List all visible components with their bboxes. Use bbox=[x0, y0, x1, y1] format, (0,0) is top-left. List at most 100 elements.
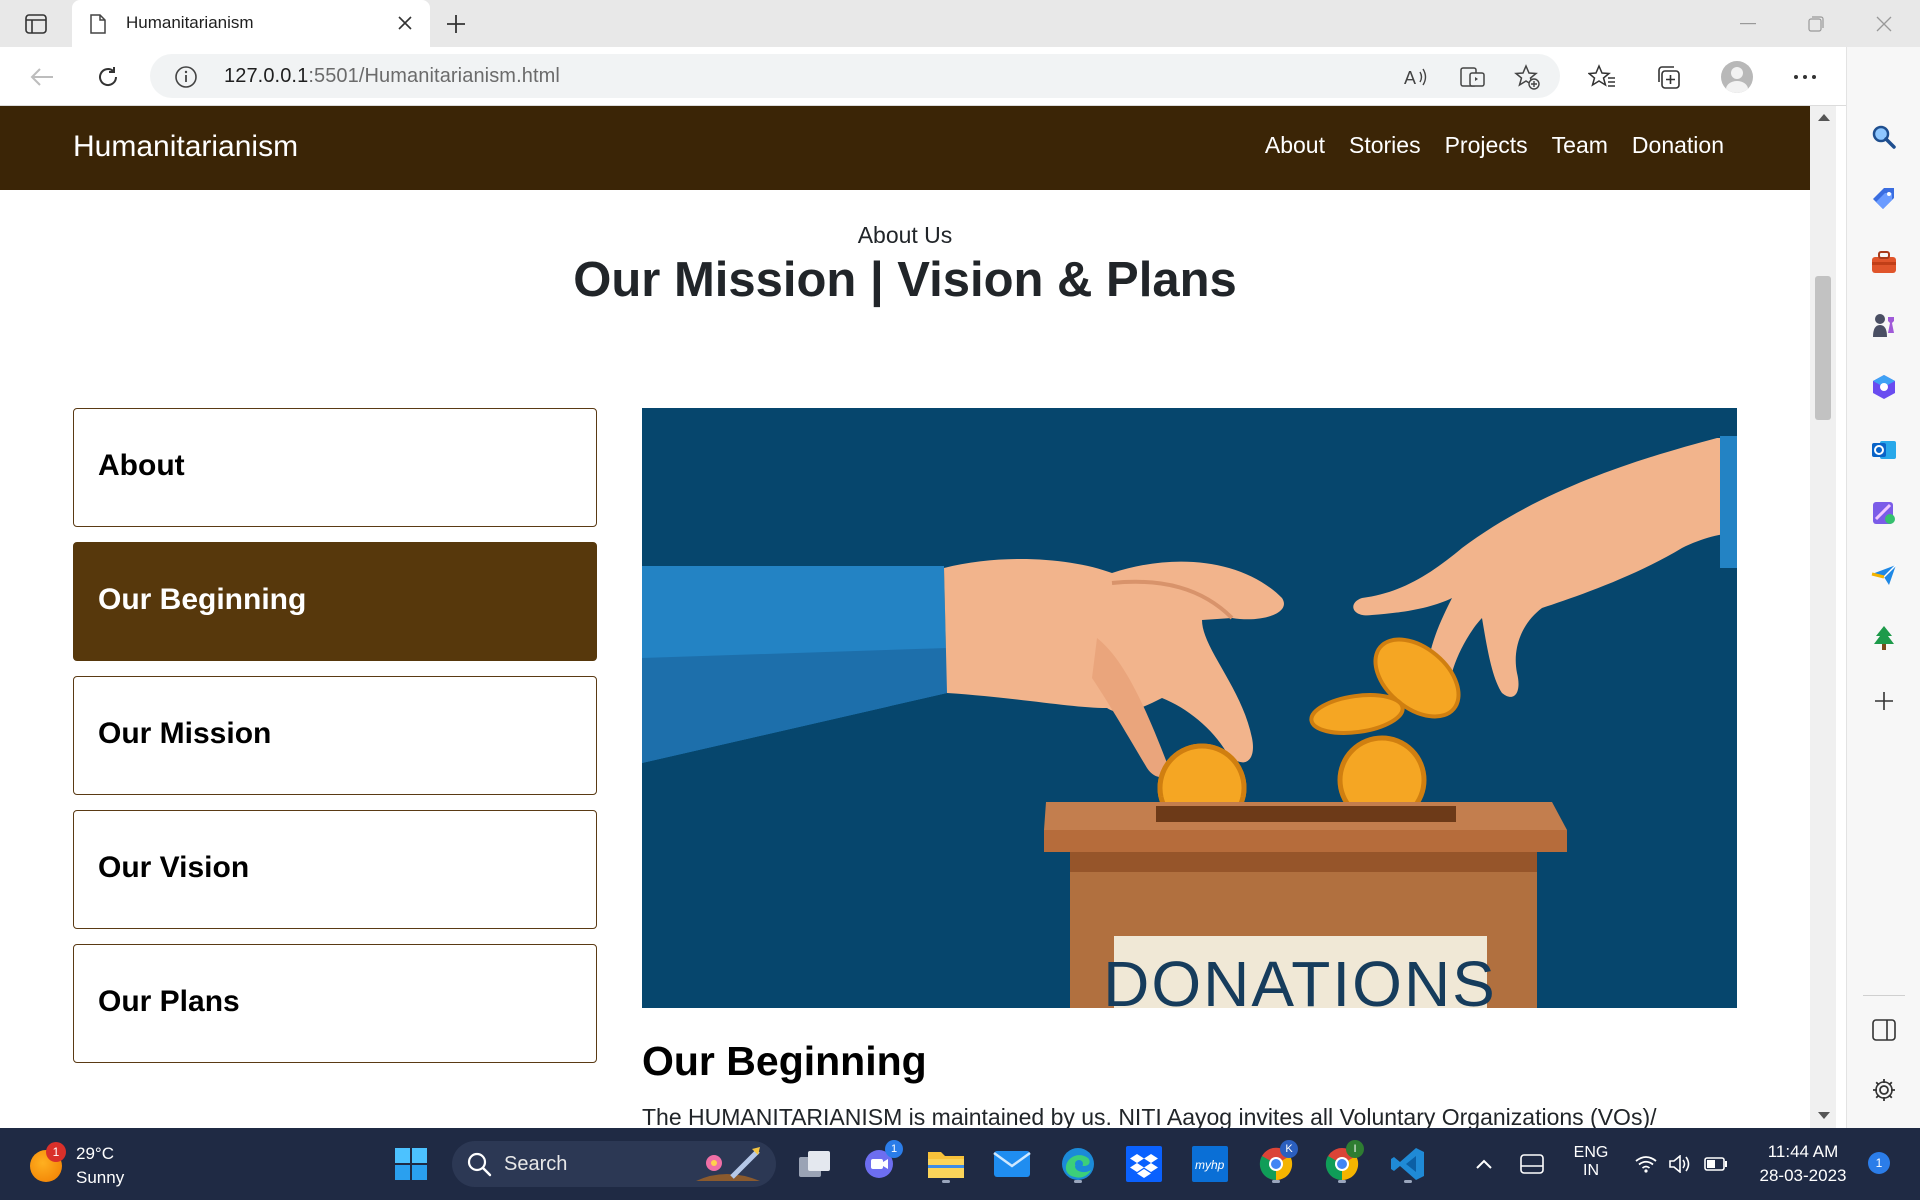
tab-actions-icon[interactable] bbox=[16, 8, 56, 40]
address-bar-row: 127.0.0.1:5501/Humanitarianism.html A bbox=[0, 47, 1920, 106]
tree-icon[interactable] bbox=[1866, 620, 1902, 656]
shopping-icon[interactable] bbox=[1866, 181, 1902, 217]
profile-icon[interactable] bbox=[1717, 57, 1757, 97]
running-indicator bbox=[1404, 1180, 1412, 1183]
taskbar-search[interactable]: Search bbox=[452, 1141, 776, 1187]
language-code: ENG bbox=[1573, 1144, 1609, 1161]
address-bar[interactable]: 127.0.0.1:5501/Humanitarianism.html A bbox=[150, 54, 1560, 98]
read-aloud-icon[interactable]: A bbox=[1402, 62, 1432, 92]
tools-icon[interactable] bbox=[1866, 244, 1902, 280]
page-icon bbox=[90, 14, 106, 39]
browser-tab[interactable]: Humanitarianism bbox=[72, 0, 430, 47]
region-code: IN bbox=[1583, 1162, 1599, 1179]
task-view-icon[interactable] bbox=[793, 1142, 837, 1186]
info-icon[interactable] bbox=[174, 65, 198, 94]
scroll-up-icon[interactable] bbox=[1818, 114, 1830, 121]
menu-item-our-plans[interactable]: Our Plans bbox=[73, 944, 597, 1063]
restore-icon[interactable] bbox=[1788, 0, 1844, 47]
teams-badge: 1 bbox=[885, 1140, 903, 1158]
site-brand[interactable]: Humanitarianism bbox=[73, 130, 298, 164]
donations-label: DONATIONS bbox=[1103, 948, 1497, 1008]
window-close-icon[interactable] bbox=[1856, 0, 1912, 47]
site-nav-links: About Stories Projects Team Donation bbox=[1265, 132, 1724, 159]
send-icon[interactable] bbox=[1866, 557, 1902, 593]
nav-link-team[interactable]: Team bbox=[1552, 132, 1608, 159]
chrome-i-badge: I bbox=[1346, 1140, 1364, 1158]
mail-icon[interactable] bbox=[990, 1142, 1034, 1186]
chrome-profile-i-icon[interactable]: I bbox=[1320, 1140, 1364, 1186]
add-icon[interactable] bbox=[1866, 683, 1902, 719]
search-icon[interactable] bbox=[1866, 119, 1902, 155]
menu-item-label: Our Beginning bbox=[98, 583, 307, 616]
scroll-down-icon[interactable] bbox=[1818, 1112, 1830, 1119]
section-eyebrow: About Us bbox=[857, 222, 953, 248]
nav-link-about[interactable]: About bbox=[1265, 132, 1325, 159]
menu-item-label: About bbox=[98, 449, 185, 482]
nav-link-stories[interactable]: Stories bbox=[1349, 132, 1421, 159]
menu-item-our-vision[interactable]: Our Vision bbox=[73, 810, 597, 929]
section-title: Our Beginning bbox=[642, 1038, 927, 1084]
site-navbar: Humanitarianism About Stories Projects T… bbox=[0, 106, 1810, 190]
running-indicator bbox=[942, 1180, 950, 1183]
touch-keyboard-icon[interactable] bbox=[1510, 1142, 1554, 1186]
url-path: :5501/Humanitarianism.html bbox=[308, 65, 560, 87]
outlook-icon[interactable] bbox=[1866, 432, 1902, 468]
split-screen-icon[interactable] bbox=[1866, 1012, 1902, 1048]
tab-title: Humanitarianism bbox=[126, 13, 254, 32]
scroll-thumb[interactable] bbox=[1815, 276, 1831, 420]
search-highlight-icon bbox=[696, 1147, 760, 1181]
dropbox-icon[interactable] bbox=[1122, 1142, 1166, 1186]
notification-badge[interactable]: 1 bbox=[1868, 1152, 1890, 1174]
vscode-icon[interactable] bbox=[1386, 1142, 1430, 1186]
search-label: Search bbox=[504, 1153, 568, 1175]
page-scrollbar[interactable] bbox=[1810, 106, 1836, 1128]
immersive-reader-icon[interactable] bbox=[1458, 62, 1488, 92]
taskbar: 1 29°C Sunny Search 1 myhp K I ENG IN 11… bbox=[0, 1128, 1920, 1200]
chrome-profile-k-icon[interactable]: K bbox=[1254, 1140, 1298, 1186]
menu-item-about[interactable]: About bbox=[73, 408, 597, 527]
svg-text:myhp: myhp bbox=[1195, 1158, 1225, 1172]
back-icon[interactable] bbox=[22, 57, 62, 97]
collections-icon[interactable] bbox=[1648, 57, 1688, 97]
language-indicator[interactable]: ENG IN bbox=[1566, 1144, 1616, 1180]
menu-item-our-beginning[interactable]: Our Beginning bbox=[73, 542, 597, 661]
chrome-k-badge: K bbox=[1280, 1140, 1298, 1158]
teams-chat-icon[interactable]: 1 bbox=[857, 1140, 903, 1186]
url-text[interactable]: 127.0.0.1:5501/Humanitarianism.html bbox=[224, 65, 560, 88]
running-indicator bbox=[1272, 1180, 1280, 1183]
favorites-icon[interactable] bbox=[1582, 57, 1622, 97]
games-icon[interactable] bbox=[1866, 307, 1902, 343]
running-indicator bbox=[1074, 1180, 1082, 1183]
menu-item-label: Our Vision bbox=[98, 851, 250, 884]
weather-badge: 1 bbox=[46, 1142, 66, 1162]
edge-icon[interactable] bbox=[1056, 1142, 1100, 1186]
battery-icon[interactable] bbox=[1696, 1142, 1736, 1186]
settings-icon[interactable] bbox=[1866, 1072, 1902, 1108]
more-icon[interactable] bbox=[1785, 57, 1825, 97]
menu-item-label: Our Mission bbox=[98, 717, 272, 750]
donation-illustration: DONATIONS bbox=[642, 408, 1737, 1008]
clock-date: 28-03-2023 bbox=[1759, 1166, 1847, 1185]
start-icon[interactable] bbox=[389, 1142, 433, 1186]
nav-link-donation[interactable]: Donation bbox=[1632, 132, 1724, 159]
add-favorite-icon[interactable] bbox=[1512, 62, 1542, 92]
clock[interactable]: 11:44 AM 28-03-2023 bbox=[1748, 1142, 1858, 1186]
nav-link-projects[interactable]: Projects bbox=[1445, 132, 1528, 159]
designer-icon[interactable] bbox=[1866, 495, 1902, 531]
myhp-icon[interactable]: myhp bbox=[1188, 1142, 1232, 1186]
page-viewport: Humanitarianism About Stories Projects T… bbox=[0, 106, 1810, 1128]
url-host: 127.0.0.1 bbox=[224, 65, 309, 87]
menu-item-our-mission[interactable]: Our Mission bbox=[73, 676, 597, 795]
edge-sidebar bbox=[1846, 47, 1920, 1128]
new-tab-icon[interactable] bbox=[440, 8, 472, 40]
minimize-icon[interactable] bbox=[1720, 0, 1776, 47]
running-indicator bbox=[1338, 1180, 1346, 1183]
menu-item-label: Our Plans bbox=[98, 985, 240, 1018]
close-icon[interactable] bbox=[394, 12, 416, 34]
volume-icon[interactable] bbox=[1660, 1142, 1700, 1186]
chevron-up-icon[interactable] bbox=[1462, 1142, 1506, 1186]
microsoft365-icon[interactable] bbox=[1866, 369, 1902, 405]
clock-time: 11:44 AM bbox=[1767, 1142, 1839, 1161]
file-explorer-icon[interactable] bbox=[924, 1142, 968, 1186]
refresh-icon[interactable] bbox=[88, 57, 128, 97]
